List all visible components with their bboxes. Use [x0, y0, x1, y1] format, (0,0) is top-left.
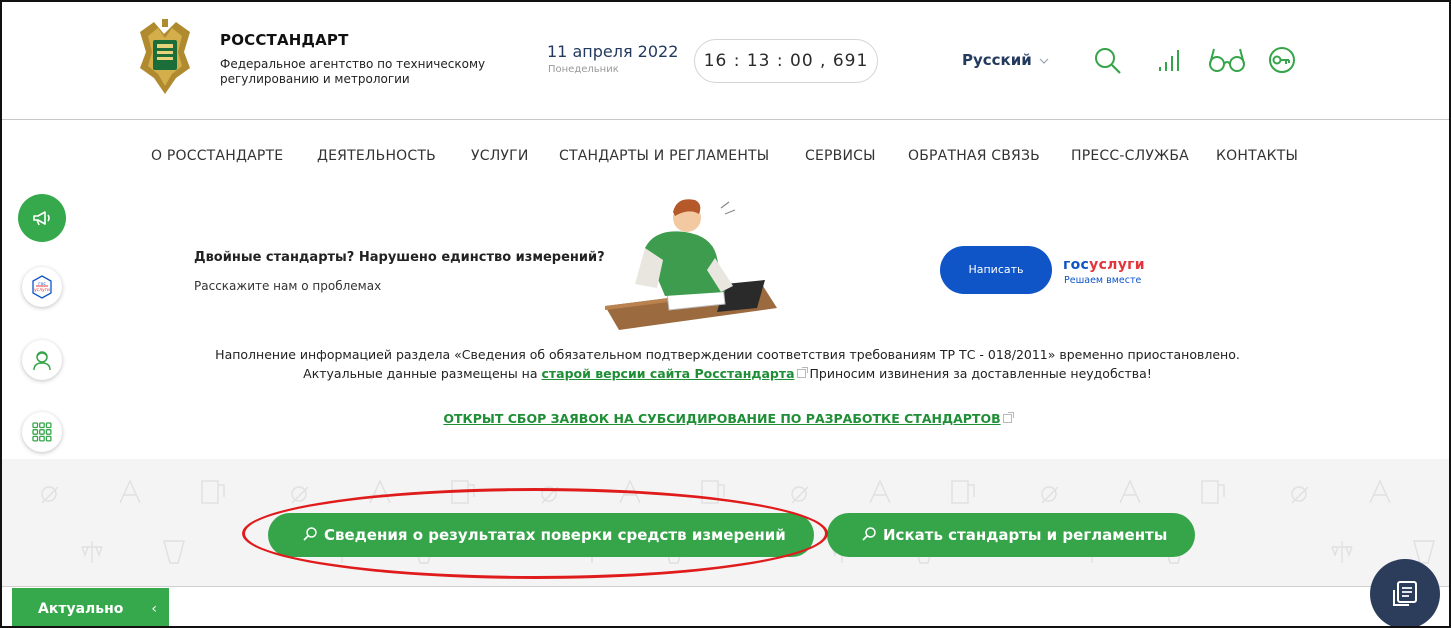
gosuslugi-logo[interactable]: госуслуги [1063, 257, 1145, 273]
signal-icon[interactable] [1152, 45, 1184, 75]
svg-text:гос: гос [38, 282, 46, 287]
gos-logo-part1: гос [1063, 257, 1090, 273]
chevron-left-icon[interactable]: ‹ [151, 588, 157, 626]
chevron-down-icon[interactable] [1037, 54, 1051, 68]
nav-about[interactable]: О РОССТАНДАРТЕ [151, 148, 283, 164]
gos-logo-part2: услуги [1089, 257, 1145, 273]
site-header: РОССТАНДАРТ Федеральное агентство по тех… [2, 2, 1449, 120]
svg-text:услуги: услуги [34, 288, 50, 293]
worker-illustration [605, 199, 777, 330]
subsidy-link[interactable]: ОТКРЫТ СБОР ЗАЯВОК НА СУБСИДИРОВАНИЕ ПО … [443, 411, 1000, 426]
nav-feedback[interactable]: ОБРАТНАЯ СВЯЗЬ [908, 148, 1040, 164]
chat-button[interactable] [1370, 559, 1440, 626]
gosuslugi-button[interactable]: гос услуги [22, 267, 62, 307]
document-chat-icon [1393, 581, 1417, 606]
brand-title[interactable]: РОССТАНДАРТ [220, 31, 349, 49]
standards-search-label: Искать стандарты и регламенты [883, 526, 1168, 544]
external-link-icon [1002, 412, 1014, 423]
announcements-button[interactable] [18, 194, 66, 242]
actual-news-tab[interactable]: Актуально ‹ [12, 588, 169, 626]
standards-search-button[interactable]: Искать стандарты и регламенты [827, 513, 1195, 557]
current-weekday: Понедельник [548, 64, 619, 75]
magnifier-icon [303, 527, 317, 541]
notice-line-2: Актуальные данные размещены на старой ве… [2, 366, 1449, 381]
nav-activity[interactable]: ДЕЯТЕЛЬНОСТЬ [317, 148, 436, 164]
gosuslugi-tagline: Решаем вместе [1064, 275, 1142, 286]
verification-search-button[interactable]: Сведения о результатах поверки средств и… [268, 513, 814, 557]
nav-e-services[interactable]: СЕРВИСЫ [805, 148, 876, 164]
magnifier-icon [862, 527, 876, 541]
banner-title: Двойные стандарты? Нарушено единство изм… [194, 250, 605, 265]
language-selector[interactable]: Русский [962, 51, 1032, 69]
actual-tab-label: Актуально [38, 601, 124, 617]
nav-contacts[interactable]: КОНТАКТЫ [1216, 148, 1298, 164]
external-link-icon [796, 367, 808, 378]
divider [2, 586, 1449, 587]
glasses-icon[interactable] [1207, 45, 1247, 75]
search-icon[interactable] [1092, 45, 1124, 75]
banner-subtitle: Расскажите нам о проблемах [194, 279, 382, 293]
notice-line-1: Наполнение информацией раздела «Сведения… [215, 347, 1240, 362]
key-icon[interactable] [1266, 45, 1298, 75]
page: РОССТАНДАРТ Федеральное агентство по тех… [0, 0, 1451, 628]
nav-standards[interactable]: СТАНДАРТЫ И РЕГЛАМЕНТЫ [559, 148, 769, 164]
megaphone-icon [33, 211, 50, 226]
current-date: 11 апреля 2022 [547, 42, 679, 61]
main-nav: О РОССТАНДАРТЕ ДЕЯТЕЛЬНОСТЬ УСЛУГИ СТАНД… [2, 120, 1449, 192]
gosuslugi-icon: гос услуги [32, 275, 52, 299]
clock-display: 16 : 13 : 00 , 691 [694, 39, 878, 83]
brand-subtitle: Федеральное агентство по техническому ре… [220, 57, 486, 86]
write-button[interactable]: Написать [940, 246, 1052, 294]
emblem-icon[interactable] [136, 18, 194, 96]
old-site-link[interactable]: старой версии сайта Росстандарта [541, 366, 794, 381]
subsidy-notice: ОТКРЫТ СБОР ЗАЯВОК НА СУБСИДИРОВАНИЕ ПО … [2, 411, 1449, 426]
notice-suffix: Приносим извинения за доставленные неудо… [805, 366, 1152, 381]
nav-press[interactable]: ПРЕСС-СЛУЖБА [1071, 148, 1189, 164]
verification-search-label: Сведения о результатах поверки средств и… [324, 526, 786, 544]
notice-prefix: Актуальные данные размещены на [303, 366, 542, 381]
nav-services[interactable]: УСЛУГИ [471, 148, 529, 164]
